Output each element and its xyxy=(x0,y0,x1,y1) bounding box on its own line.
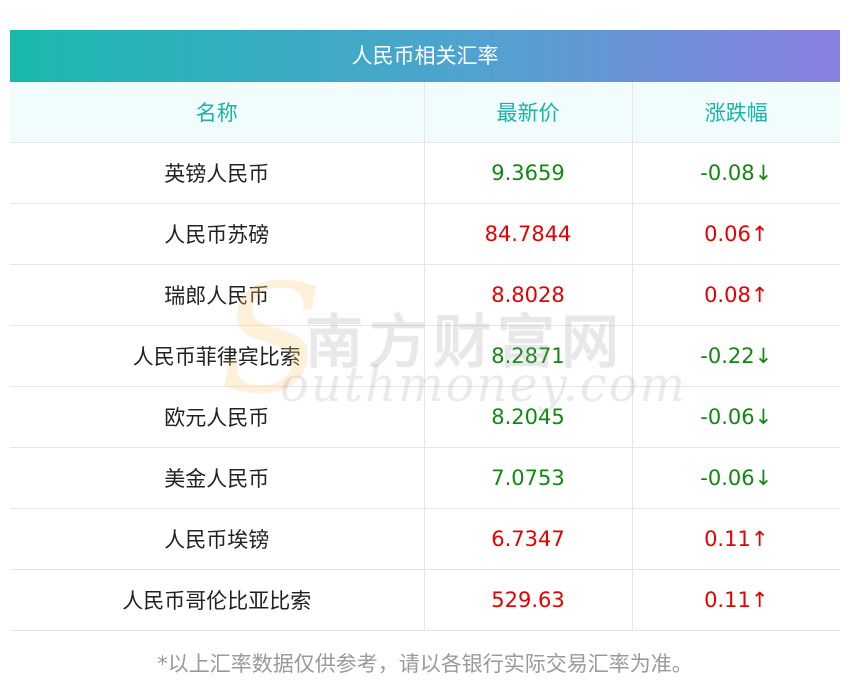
table-row[interactable]: 人民币菲律宾比索 8.2871 -0.22↓ xyxy=(10,325,840,387)
currency-name: 人民币埃镑 xyxy=(10,508,424,570)
header-change: 涨跌幅 xyxy=(631,82,840,143)
table-row[interactable]: 人民币苏磅 84.7844 0.06↑ xyxy=(10,203,840,265)
latest-price: 8.8028 xyxy=(423,264,632,326)
change-value: -0.08↓ xyxy=(631,142,840,204)
latest-price: 6.7347 xyxy=(423,508,632,570)
table-row[interactable]: 英镑人民币 9.3659 -0.08↓ xyxy=(10,142,840,204)
currency-name: 英镑人民币 xyxy=(10,142,424,204)
card-title: 人民币相关汇率 xyxy=(10,30,840,82)
change-value: -0.06↓ xyxy=(631,386,840,448)
currency-name: 人民币哥伦比亚比索 xyxy=(10,569,424,631)
change-value: 0.08↑ xyxy=(631,264,840,326)
table-row[interactable]: 人民币埃镑 6.7347 0.11↑ xyxy=(10,508,840,570)
latest-price: 8.2871 xyxy=(423,325,632,387)
header-name: 名称 xyxy=(10,82,424,143)
latest-price: 7.0753 xyxy=(423,447,632,509)
exchange-rate-card: 人民币相关汇率 名称 最新价 涨跌幅 英镑人民币 9.3659 -0.08↓ 人… xyxy=(10,30,840,631)
disclaimer-footnote: *以上汇率数据仅供参考，请以各银行实际交易汇率为准。 xyxy=(157,652,693,676)
change-value: 0.11↑ xyxy=(631,569,840,631)
latest-price: 84.7844 xyxy=(423,203,632,265)
table-row[interactable]: 人民币哥伦比亚比索 529.63 0.11↑ xyxy=(10,569,840,631)
header-price: 最新价 xyxy=(423,82,632,143)
currency-name: 美金人民币 xyxy=(10,447,424,509)
latest-price: 8.2045 xyxy=(423,386,632,448)
table-row[interactable]: 瑞郎人民币 8.8028 0.08↑ xyxy=(10,264,840,326)
latest-price: 529.63 xyxy=(423,569,632,631)
change-value: 0.06↑ xyxy=(631,203,840,265)
currency-name: 瑞郎人民币 xyxy=(10,264,424,326)
change-value: -0.06↓ xyxy=(631,447,840,509)
table-row[interactable]: 欧元人民币 8.2045 -0.06↓ xyxy=(10,386,840,448)
currency-name: 人民币菲律宾比索 xyxy=(10,325,424,387)
latest-price: 9.3659 xyxy=(423,142,632,204)
table-row[interactable]: 美金人民币 7.0753 -0.06↓ xyxy=(10,447,840,509)
change-value: 0.11↑ xyxy=(631,508,840,570)
table-header-row: 名称 最新价 涨跌幅 xyxy=(10,82,840,143)
currency-name: 人民币苏磅 xyxy=(10,203,424,265)
currency-name: 欧元人民币 xyxy=(10,386,424,448)
rates-table: 名称 最新价 涨跌幅 英镑人民币 9.3659 -0.08↓ 人民币苏磅 84.… xyxy=(10,82,840,631)
change-value: -0.22↓ xyxy=(631,325,840,387)
